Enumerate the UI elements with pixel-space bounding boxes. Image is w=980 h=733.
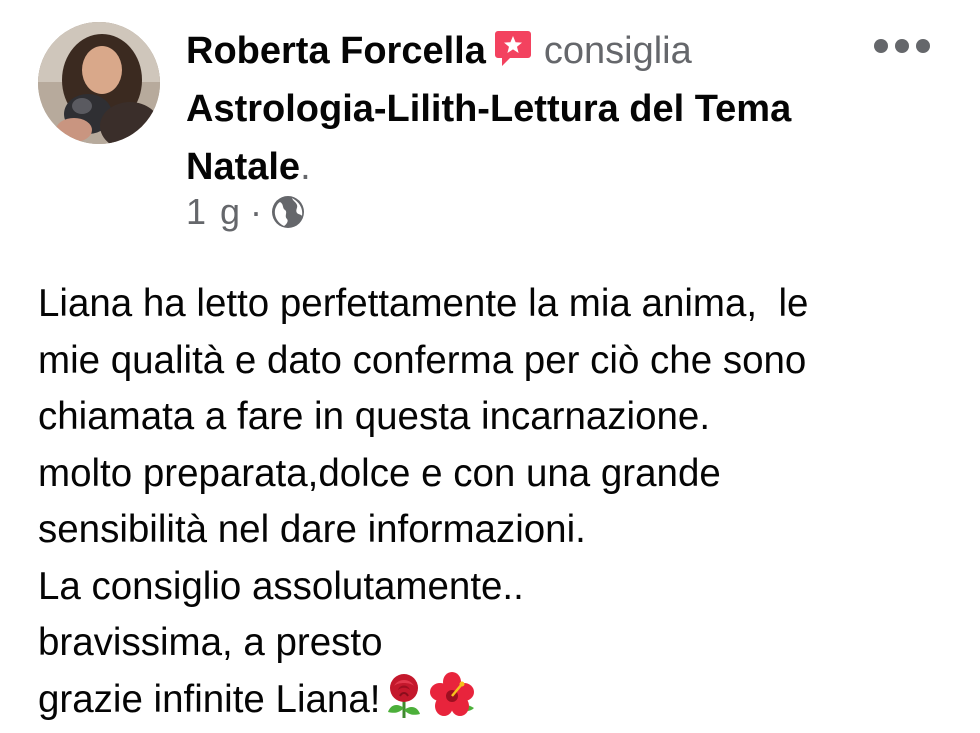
body-line: grazie infinite Liana! xyxy=(38,677,381,721)
action-verb: consiglia xyxy=(543,30,692,72)
post-body: Liana ha letto perfettamente la mia anim… xyxy=(38,276,948,728)
recommended-page-name[interactable]: Astrologia-Lilith-Lettura del Tema Natal… xyxy=(186,88,791,188)
body-line: chiamata a fare in questa incarnazione. xyxy=(38,395,711,438)
more-options-button[interactable] xyxy=(874,34,930,58)
body-last-line: grazie infinite Liana! xyxy=(38,671,948,729)
body-line: bravissima, a presto xyxy=(38,621,383,664)
header-period: . xyxy=(300,146,311,188)
avatar-photo xyxy=(38,22,160,144)
author-name[interactable]: Roberta Forcella xyxy=(186,30,486,72)
body-line: Liana ha letto perfettamente la mia anim… xyxy=(38,282,809,325)
body-line: La consiglio assolutamente.. xyxy=(38,564,524,608)
recommend-flag-icon xyxy=(492,27,534,69)
author-avatar[interactable] xyxy=(38,22,160,144)
body-line: molto preparata,dolce e con una grande xyxy=(38,451,721,495)
more-dot xyxy=(895,39,909,53)
more-dots-icon xyxy=(874,39,888,53)
post-timestamp[interactable]: 1 g xyxy=(186,191,242,233)
meta-separator: · xyxy=(250,191,263,232)
more-dot xyxy=(916,39,930,53)
post-header: Roberta Forcella consiglia Astrologia-Li… xyxy=(186,22,866,196)
body-line: sensibilità nel dare informazioni. xyxy=(38,508,586,551)
globe-icon[interactable] xyxy=(270,194,306,230)
post-meta: 1 g · xyxy=(186,188,306,236)
rose-emoji xyxy=(380,672,428,720)
body-line: mie qualità e dato conferma per ciò che … xyxy=(38,338,807,382)
hibiscus-emoji xyxy=(428,671,476,720)
